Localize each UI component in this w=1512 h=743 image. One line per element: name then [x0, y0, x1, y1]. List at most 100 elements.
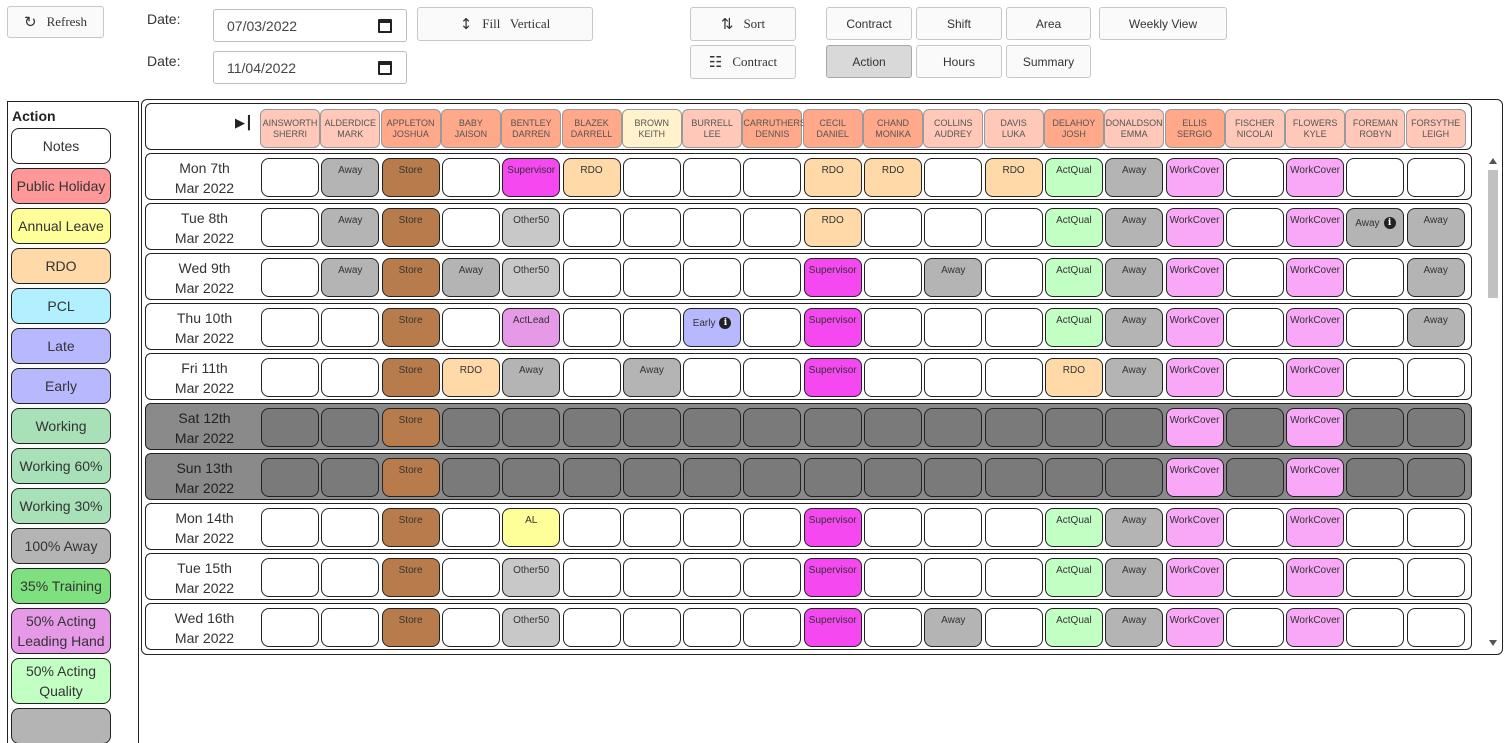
staff-header[interactable]: ELLIS SERGIO — [1164, 109, 1225, 148]
contract-button[interactable]: ☷ Contract — [690, 45, 796, 79]
roster-cell[interactable]: WorkCover — [1286, 408, 1345, 447]
roster-cell[interactable] — [864, 358, 922, 397]
info-icon[interactable]: i — [719, 317, 732, 329]
roster-cell[interactable] — [1346, 358, 1405, 397]
roster-cell[interactable] — [261, 558, 319, 597]
roster-cell[interactable] — [683, 458, 742, 497]
roster-cell[interactable] — [743, 158, 802, 197]
roster-cell[interactable] — [321, 558, 380, 597]
roster-cell[interactable] — [562, 258, 621, 297]
roster-cell[interactable]: ActQual — [1044, 258, 1103, 297]
staff-header[interactable]: BENTLEY DARREN — [501, 109, 562, 148]
fill-vertical-button[interactable]: ↕ Fill Vertical — [417, 7, 593, 41]
roster-cell[interactable] — [984, 458, 1043, 497]
roster-cell[interactable] — [683, 358, 742, 397]
vertical-scrollbar[interactable] — [1487, 156, 1499, 650]
roster-cell[interactable] — [261, 608, 319, 647]
end-date-input[interactable]: 11/04/2022 — [213, 51, 407, 84]
roster-cell[interactable]: Store — [381, 408, 440, 447]
roster-cell[interactable]: Away — [1105, 558, 1164, 597]
roster-cell[interactable]: Away — [1406, 308, 1465, 347]
staff-header[interactable]: FOREMAN ROBYN — [1345, 109, 1406, 148]
roster-cell[interactable]: Away — [1105, 158, 1164, 197]
legend-item[interactable]: 100% Away — [11, 528, 111, 564]
roster-cell[interactable] — [683, 508, 742, 547]
legend-item[interactable]: 50% Acting Quality — [11, 658, 111, 704]
roster-cell[interactable]: Away — [502, 358, 561, 397]
roster-cell[interactable] — [1225, 508, 1284, 547]
roster-cell[interactable] — [502, 458, 561, 497]
roster-cell[interactable]: ActQual — [1044, 158, 1103, 197]
roster-cell[interactable] — [441, 608, 500, 647]
roster-cell[interactable]: AL — [502, 508, 561, 547]
roster-cell[interactable]: Away — [1406, 258, 1465, 297]
roster-cell[interactable] — [441, 208, 500, 247]
roster-cell[interactable] — [1044, 458, 1103, 497]
roster-cell[interactable] — [562, 558, 621, 597]
roster-cell[interactable] — [984, 258, 1043, 297]
roster-cell[interactable] — [743, 208, 802, 247]
staff-header[interactable]: DONALDSON EMMA — [1104, 109, 1165, 148]
roster-cell[interactable]: Other50 — [502, 208, 561, 247]
roster-cell[interactable] — [864, 408, 922, 447]
roster-cell[interactable] — [924, 508, 983, 547]
roster-cell[interactable] — [1225, 208, 1284, 247]
roster-cell[interactable] — [1406, 158, 1465, 197]
staff-header[interactable]: CARRUTHERS DENNIS — [742, 109, 806, 148]
roster-cell[interactable] — [261, 408, 319, 447]
roster-cell[interactable]: Supervisor — [803, 608, 862, 647]
legend-item[interactable]: Working 30% — [11, 488, 111, 524]
roster-cell[interactable]: Away — [924, 258, 983, 297]
scroll-down-arrow[interactable] — [1489, 640, 1497, 646]
roster-cell[interactable] — [441, 458, 500, 497]
scroll-up-arrow[interactable] — [1489, 158, 1497, 164]
roster-cell[interactable] — [1406, 408, 1465, 447]
roster-cell[interactable]: WorkCover — [1286, 158, 1345, 197]
tab-contract[interactable]: Contract — [826, 7, 912, 40]
roster-cell[interactable] — [924, 208, 983, 247]
legend-item[interactable]: 50% Acting Leading Hand — [11, 608, 111, 654]
roster-cell[interactable] — [864, 608, 922, 647]
roster-cell[interactable] — [864, 308, 922, 347]
roster-cell[interactable]: Away — [1406, 208, 1465, 247]
roster-cell[interactable] — [743, 258, 802, 297]
roster-cell[interactable]: Supervisor — [803, 558, 862, 597]
roster-cell[interactable] — [1406, 358, 1465, 397]
roster-cell[interactable] — [803, 408, 862, 447]
roster-cell[interactable]: Away — [622, 358, 681, 397]
roster-cell[interactable] — [622, 558, 681, 597]
roster-cell[interactable] — [441, 158, 500, 197]
roster-cell[interactable] — [984, 358, 1043, 397]
legend-item[interactable]: Annual Leave — [11, 208, 111, 244]
roster-cell[interactable] — [864, 258, 922, 297]
roster-cell[interactable]: Store — [381, 458, 440, 497]
roster-cell[interactable] — [743, 408, 802, 447]
legend-item[interactable]: RDO — [11, 248, 111, 284]
roster-cell[interactable] — [441, 558, 500, 597]
legend-item[interactable]: Notes — [11, 128, 111, 164]
legend-item[interactable] — [11, 708, 111, 743]
roster-cell[interactable] — [743, 458, 802, 497]
roster-cell[interactable]: WorkCover — [1165, 158, 1224, 197]
roster-cell[interactable] — [502, 408, 561, 447]
roster-cell[interactable] — [562, 508, 621, 547]
roster-cell[interactable] — [441, 408, 500, 447]
roster-cell[interactable]: Away — [1105, 508, 1164, 547]
legend-item[interactable]: Public Holiday — [11, 168, 111, 204]
roster-cell[interactable] — [1105, 408, 1164, 447]
roster-cell[interactable] — [321, 608, 380, 647]
roster-cell[interactable] — [1346, 258, 1405, 297]
staff-header[interactable]: BROWN KEITH — [621, 109, 682, 148]
legend-item[interactable]: 35% Training — [11, 568, 111, 604]
tab-shift[interactable]: Shift — [916, 7, 1002, 40]
roster-cell[interactable] — [1225, 158, 1284, 197]
roster-cell[interactable] — [924, 458, 983, 497]
staff-header[interactable]: DAVIS LUKA — [983, 109, 1044, 148]
roster-cell[interactable] — [924, 308, 983, 347]
roster-cell[interactable] — [924, 558, 983, 597]
roster-cell[interactable]: Other50 — [502, 558, 561, 597]
roster-cell[interactable] — [1225, 258, 1284, 297]
roster-cell[interactable]: WorkCover — [1286, 208, 1345, 247]
staff-header[interactable]: APPLETON JOSHUA — [380, 109, 441, 148]
roster-cell[interactable]: Supervisor — [803, 308, 862, 347]
